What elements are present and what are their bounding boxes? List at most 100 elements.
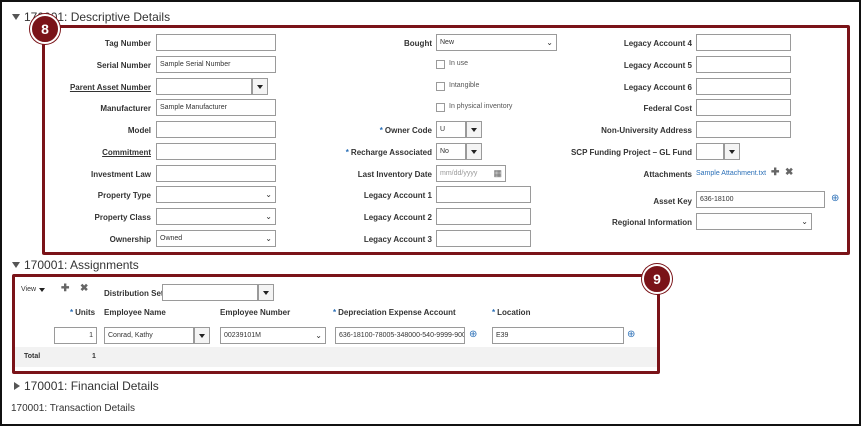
parent-asset-dropdown-button[interactable]: [252, 78, 268, 95]
search-icon[interactable]: ⊕: [469, 330, 479, 340]
manufacturer-input[interactable]: Sample Manufacturer: [156, 99, 276, 116]
legacy-account-2-input[interactable]: [436, 208, 531, 225]
owner-code-label-text: Owner Code: [384, 126, 432, 135]
location-input[interactable]: E39: [492, 327, 624, 344]
last-inventory-date-input[interactable]: mm/dd/yyyy ▦: [436, 165, 506, 182]
transaction-details-header[interactable]: 170001: Transaction Details: [11, 403, 135, 414]
intangible-checkbox[interactable]: [436, 82, 445, 91]
owner-code-input[interactable]: U: [436, 121, 466, 138]
employee-name-input[interactable]: Conrad, Kathy: [104, 327, 194, 344]
ownership-select[interactable]: Owned ⌄: [156, 230, 276, 247]
chevron-down-icon: ⌄: [315, 331, 322, 340]
search-icon[interactable]: ⊕: [831, 194, 841, 204]
recharge-associated-label: * Recharge Associated: [346, 148, 432, 157]
parent-asset-number-input[interactable]: [156, 78, 252, 95]
serial-number-input[interactable]: Sample Serial Number: [156, 56, 276, 73]
required-marker: *: [379, 126, 383, 135]
assignments-header[interactable]: 170001: Assignments: [12, 258, 139, 272]
add-row-icon[interactable]: ✚: [61, 284, 69, 294]
recharge-associated-dropdown-button[interactable]: [466, 143, 482, 160]
delete-attachment-icon[interactable]: ✖: [785, 168, 793, 178]
units-header-text: Units: [75, 308, 96, 317]
attachment-link[interactable]: Sample Attachment.txt: [696, 170, 766, 177]
asset-key-input[interactable]: 636-18100: [696, 191, 825, 208]
owner-code-dropdown-button[interactable]: [466, 121, 482, 138]
distribution-set-input[interactable]: [162, 284, 258, 301]
commitment-input[interactable]: [156, 143, 276, 160]
scp-funding-input[interactable]: [696, 143, 724, 160]
recharge-associated-input[interactable]: No: [436, 143, 466, 160]
serial-number-label: Serial Number: [96, 61, 151, 70]
chevron-down-icon: ⌄: [265, 190, 272, 199]
view-menu[interactable]: View: [21, 286, 46, 293]
manufacturer-label: Manufacturer: [100, 104, 151, 113]
caret-down-icon: [471, 149, 477, 154]
regional-information-select[interactable]: ⌄: [696, 213, 812, 230]
tag-number-input[interactable]: [156, 34, 276, 51]
total-row: [15, 347, 657, 367]
location-header-text: Location: [497, 308, 531, 317]
asset-key-label: Asset Key: [653, 197, 692, 206]
required-marker: *: [345, 148, 349, 157]
model-label: Model: [127, 126, 151, 135]
caret-down-icon: [263, 290, 269, 295]
required-marker: *: [70, 308, 74, 317]
location-column-header: * Location: [492, 308, 530, 317]
step-badge-9: 9: [642, 264, 672, 294]
bought-label: Bought: [404, 39, 432, 48]
attachments-label: Attachments: [643, 170, 692, 179]
date-placeholder: mm/dd/yyyy: [440, 170, 478, 177]
distribution-set-dropdown-button[interactable]: [258, 284, 274, 301]
calendar-icon: ▦: [493, 168, 502, 178]
last-inventory-date-label: Last Inventory Date: [357, 170, 432, 179]
depreciation-account-input[interactable]: 636-18100-78005-348000-540-9999-9000: [335, 327, 465, 344]
in-physical-inventory-label: In physical inventory: [449, 103, 513, 110]
scp-funding-dropdown-button[interactable]: [724, 143, 740, 160]
legacy-account-6-input[interactable]: [696, 78, 791, 95]
total-value: 1: [92, 353, 96, 360]
search-icon[interactable]: ⊕: [627, 330, 637, 340]
owner-code-label: * Owner Code: [380, 126, 432, 135]
employee-name-dropdown-button[interactable]: [194, 327, 210, 344]
non-university-address-input[interactable]: [696, 121, 791, 138]
legacy-account-4-input[interactable]: [696, 34, 791, 51]
legacy-account-1-input[interactable]: [436, 186, 531, 203]
financial-details-title: 170001: Financial Details: [24, 379, 159, 393]
chevron-down-icon: ⌄: [265, 234, 272, 243]
model-input[interactable]: [156, 121, 276, 138]
caret-down-icon: [471, 127, 477, 132]
caret-down-icon: [199, 333, 205, 338]
view-label: View: [21, 286, 37, 293]
non-university-address-label: Non-University Address: [601, 126, 692, 135]
chevron-down-icon: ⌄: [265, 212, 272, 221]
employee-name-column-header: Employee Name: [104, 308, 166, 317]
parent-asset-number-label[interactable]: Parent Asset Number: [70, 83, 151, 92]
units-input[interactable]: 1: [54, 327, 97, 344]
employee-number-select[interactable]: 00239101M ⌄: [220, 327, 326, 344]
legacy-account-3-input[interactable]: [436, 230, 531, 247]
legacy-account-5-input[interactable]: [696, 56, 791, 73]
total-label: Total: [24, 353, 41, 360]
legacy-account-2-label: Legacy Account 2: [363, 213, 432, 222]
property-type-select[interactable]: ⌄: [156, 186, 276, 203]
collapse-icon: [12, 262, 20, 268]
federal-cost-input[interactable]: [696, 99, 791, 116]
federal-cost-label: Federal Cost: [643, 104, 692, 113]
scp-funding-label: SCP Funding Project – GL Fund: [570, 148, 692, 157]
property-class-select[interactable]: ⌄: [156, 208, 276, 225]
add-attachment-icon[interactable]: ✚: [771, 168, 779, 178]
employee-number-value: 00239101M: [224, 332, 261, 339]
in-use-label: In use: [449, 60, 469, 67]
investment-law-input[interactable]: [156, 165, 276, 182]
legacy-account-6-label: Legacy Account 6: [623, 83, 692, 92]
bought-select[interactable]: New ⌄: [436, 34, 557, 51]
commitment-label[interactable]: Commitment: [102, 148, 151, 157]
depreciation-account-column-header: * Depreciation Expense Account: [333, 308, 456, 317]
units-column-header: * Units: [70, 308, 95, 317]
delete-row-icon[interactable]: ✖: [80, 284, 88, 294]
distribution-set-label: Distribution Set: [104, 289, 164, 298]
in-physical-inventory-checkbox[interactable]: [436, 103, 445, 112]
in-use-checkbox[interactable]: [436, 60, 445, 69]
caret-down-icon: [39, 287, 46, 292]
financial-details-header[interactable]: 170001: Financial Details: [14, 379, 159, 393]
